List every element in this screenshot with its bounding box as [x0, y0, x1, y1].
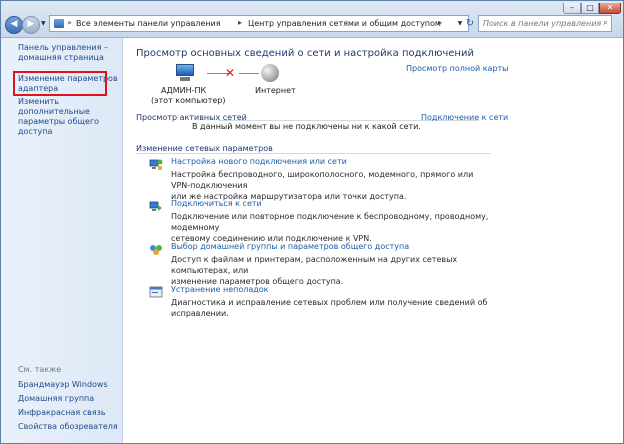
sidebar-item-label: Изменить дополнительные	[18, 97, 90, 116]
breadcrumb-network-center[interactable]: Центр управления сетями и общим доступом	[248, 19, 441, 28]
close-button[interactable]: ✕	[599, 3, 621, 14]
search-input[interactable]: Поиск в панели управления ⌕	[478, 15, 612, 32]
computer-subtitle: (этот компьютер)	[151, 96, 226, 105]
refresh-icon[interactable]: ↻	[463, 15, 477, 32]
minimize-button[interactable]: –	[563, 3, 581, 14]
breadcrumb-all-items[interactable]: Все элементы панели управления	[76, 19, 221, 28]
sidebar-link-infrared[interactable]: Инфракрасная связь	[18, 408, 106, 418]
maximize-button[interactable]: □	[581, 3, 599, 14]
recent-pages-dropdown-icon[interactable]: ▼	[41, 20, 46, 27]
address-toolbar: – □ ✕ ◀ ▶ ▼ » Все элементы панели управл…	[1, 1, 623, 38]
control-panel-icon	[54, 19, 64, 28]
homegroup-icon	[150, 245, 162, 255]
task-description-line: Подключение или повторное подключение к …	[171, 212, 489, 232]
task-description: Доступ к файлам и принтерам, расположенн…	[171, 254, 491, 287]
sidebar-item-label: параметры общего доступа	[18, 117, 100, 136]
task-description: Подключение или повторное подключение к …	[171, 211, 491, 244]
page-title: Просмотр основных сведений о сети и наст…	[136, 48, 474, 59]
task-troubleshoot-link[interactable]: Устранение неполадок	[171, 285, 269, 294]
troubleshoot-icon	[149, 286, 163, 298]
address-bar[interactable]: » Все элементы панели управления ▸ Центр…	[49, 15, 469, 32]
sidebar-link-internet-options[interactable]: Свойства обозревателя	[18, 422, 118, 432]
task-description-line: Доступ к файлам и принтерам, расположенн…	[171, 255, 458, 275]
control-panel-window: – □ ✕ ◀ ▶ ▼ » Все элементы панели управл…	[0, 0, 624, 444]
sidebar-item-home[interactable]: Панель управления – домашняя страница	[18, 43, 108, 63]
computer-name: АДМИН-ПК	[161, 86, 207, 95]
sidebar-link-homegroup[interactable]: Домашняя группа	[18, 394, 94, 404]
sidebar-item-sharing-settings[interactable]: Изменить дополнительные параметры общего…	[18, 97, 122, 137]
change-settings-heading: Изменение сетевых параметров	[136, 144, 273, 153]
breadcrumb-chevron-icon[interactable]: ▸	[238, 18, 242, 27]
task-description-line: Диагностика и исправление сетевых пробле…	[171, 298, 488, 318]
forward-arrow-icon[interactable]: ▶	[22, 16, 40, 34]
search-icon[interactable]: ⌕	[603, 18, 608, 28]
see-also-heading: См. также	[18, 365, 62, 374]
internet-globe-icon[interactable]	[261, 64, 279, 82]
divider	[136, 153, 491, 154]
task-description-line: Настройка беспроводного, широкополосного…	[171, 170, 474, 190]
breadcrumb-separator-icon[interactable]: »	[67, 18, 72, 27]
search-placeholder: Поиск в панели управления	[483, 19, 602, 28]
internet-label: Интернет	[255, 86, 296, 95]
new-connection-icon	[149, 159, 163, 170]
task-homegroup-link[interactable]: Выбор домашней группы и параметров общег…	[171, 242, 409, 251]
connect-network-icon	[149, 201, 162, 211]
breadcrumb-chevron-icon[interactable]: ▸	[438, 18, 442, 27]
task-description: Настройка беспроводного, широкополосного…	[171, 169, 491, 202]
no-connection-text: В данный момент вы не подключены ни к ка…	[192, 122, 421, 131]
task-connect-network-link[interactable]: Подключиться к сети	[171, 199, 262, 208]
back-arrow-icon[interactable]: ◀	[5, 16, 23, 34]
connect-to-network-link[interactable]: Подключение к сети	[421, 113, 508, 122]
sidebar: Панель управления – домашняя страница Из…	[1, 38, 123, 443]
task-new-connection-link[interactable]: Настройка нового подключения или сети	[171, 157, 347, 166]
full-map-link[interactable]: Просмотр полной карты	[406, 64, 509, 73]
sidebar-link-firewall[interactable]: Брандмауэр Windows	[18, 380, 108, 390]
sidebar-item-label: домашняя страница	[18, 53, 104, 62]
task-description: Диагностика и исправление сетевых пробле…	[171, 297, 491, 319]
sidebar-item-label: Панель управления –	[18, 43, 108, 52]
highlight-frame	[13, 71, 107, 96]
connection-line	[239, 73, 259, 74]
computer-icon[interactable]	[174, 64, 196, 82]
disconnected-x-icon[interactable]: ✕	[225, 66, 235, 80]
